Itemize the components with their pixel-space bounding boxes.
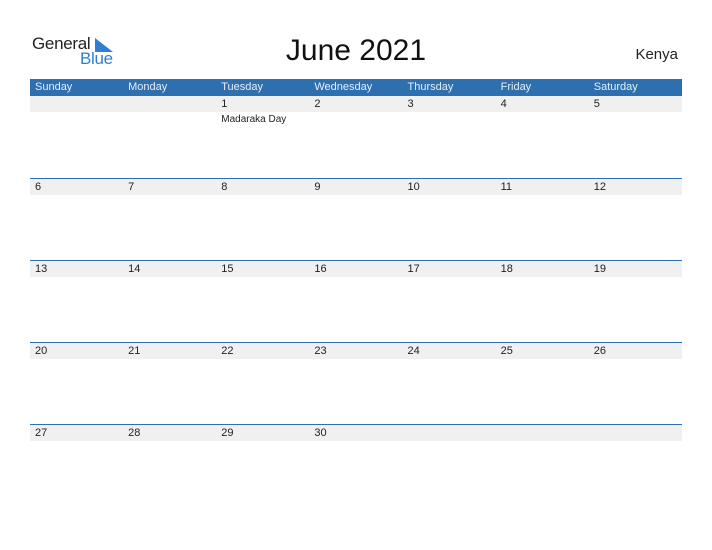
day-event xyxy=(30,195,123,197)
day-number: 18 xyxy=(500,263,513,275)
weekday-monday: Monday xyxy=(128,81,168,93)
day-event xyxy=(589,277,682,279)
day-event xyxy=(123,195,216,197)
day-number: 30 xyxy=(314,427,327,439)
day-event xyxy=(496,359,589,361)
day-event xyxy=(496,277,589,279)
weekday-thursday: Thursday xyxy=(407,81,454,93)
day-event xyxy=(589,441,682,443)
day-number: 21 xyxy=(128,345,141,357)
day-event xyxy=(309,112,402,125)
day-number: 11 xyxy=(500,181,513,193)
day-event xyxy=(216,195,309,197)
day-number: 12 xyxy=(593,181,606,193)
day-event xyxy=(123,277,216,279)
date-strip: 6 7 8 9 10 11 12 xyxy=(30,179,682,195)
day-number: 10 xyxy=(407,181,420,193)
day-event xyxy=(403,195,496,197)
day-number xyxy=(403,425,496,441)
day-number: 6 xyxy=(35,181,42,193)
day-event xyxy=(30,112,123,125)
calendar-title: June 2021 xyxy=(285,34,427,67)
date-strip: 27 28 29 30 xyxy=(30,425,682,441)
weekday-header: Sunday Monday Tuesday Wednesday Thursday… xyxy=(30,79,682,96)
day-number: 5 xyxy=(593,98,600,110)
day-event xyxy=(403,359,496,361)
day-number: 22 xyxy=(221,345,234,357)
day-number: 9 xyxy=(314,181,321,193)
day-event xyxy=(309,195,402,197)
events-area xyxy=(30,277,682,279)
weekday-tuesday: Tuesday xyxy=(221,81,264,93)
day-number xyxy=(589,425,682,441)
day-number: 7 xyxy=(128,181,135,193)
day-event xyxy=(309,441,402,443)
day-number: 15 xyxy=(221,263,234,275)
day-number: 1 xyxy=(221,98,228,110)
day-event xyxy=(496,112,589,125)
day-event xyxy=(589,359,682,361)
day-number: 14 xyxy=(128,263,141,275)
week-row: 13 14 15 16 17 18 19 xyxy=(30,260,682,342)
day-number: 24 xyxy=(407,345,420,357)
day-number: 26 xyxy=(593,345,606,357)
date-strip: 13 14 15 16 17 18 19 xyxy=(30,261,682,277)
day-number: 28 xyxy=(128,427,141,439)
day-number: 27 xyxy=(35,427,48,439)
events-area xyxy=(30,441,682,443)
day-number: 20 xyxy=(35,345,48,357)
week-row: 20 21 22 23 24 25 26 xyxy=(30,342,682,424)
weekday-sunday: Sunday xyxy=(35,81,73,93)
day-number: 29 xyxy=(221,427,234,439)
day-number: 23 xyxy=(314,345,327,357)
day-number: 16 xyxy=(314,263,327,275)
events-area xyxy=(30,195,682,197)
day-number: 13 xyxy=(35,263,48,275)
day-event: Madaraka Day xyxy=(221,114,287,125)
day-event xyxy=(30,441,123,443)
day-event xyxy=(216,359,309,361)
day-event xyxy=(496,195,589,197)
events-area: Madaraka Day xyxy=(30,112,682,125)
day-event xyxy=(123,441,216,443)
day-event xyxy=(123,359,216,361)
day-number xyxy=(496,425,589,441)
day-number xyxy=(123,96,216,112)
week-row: 6 7 8 9 10 11 12 xyxy=(30,178,682,260)
day-event xyxy=(403,277,496,279)
day-event xyxy=(309,277,402,279)
week-row: 1 2 3 4 5 Madaraka Day xyxy=(30,96,682,178)
weekday-saturday: Saturday xyxy=(593,81,638,93)
day-event xyxy=(216,277,309,279)
day-event xyxy=(589,112,682,125)
day-number: 25 xyxy=(500,345,513,357)
day-number: 4 xyxy=(500,98,507,110)
day-event xyxy=(216,441,309,443)
calendar-grid: Sunday Monday Tuesday Wednesday Thursday… xyxy=(30,79,682,506)
day-number: 2 xyxy=(314,98,321,110)
weekday-wednesday: Wednesday xyxy=(314,81,373,93)
day-number: 19 xyxy=(593,263,606,275)
day-number: 8 xyxy=(221,181,228,193)
country-label: Kenya xyxy=(635,46,678,63)
day-event xyxy=(123,112,216,125)
date-strip: 1 2 3 4 5 xyxy=(30,96,682,112)
day-event xyxy=(403,112,496,125)
day-event xyxy=(309,359,402,361)
day-event xyxy=(30,359,123,361)
day-number xyxy=(30,96,123,112)
day-number: 3 xyxy=(407,98,414,110)
weekday-friday: Friday xyxy=(500,81,532,93)
date-strip: 20 21 22 23 24 25 26 xyxy=(30,343,682,359)
week-row: 27 28 29 30 xyxy=(30,424,682,506)
day-event xyxy=(589,195,682,197)
day-event xyxy=(30,277,123,279)
day-event xyxy=(403,441,496,443)
day-number: 17 xyxy=(407,263,420,275)
events-area xyxy=(30,359,682,361)
day-event xyxy=(496,441,589,443)
